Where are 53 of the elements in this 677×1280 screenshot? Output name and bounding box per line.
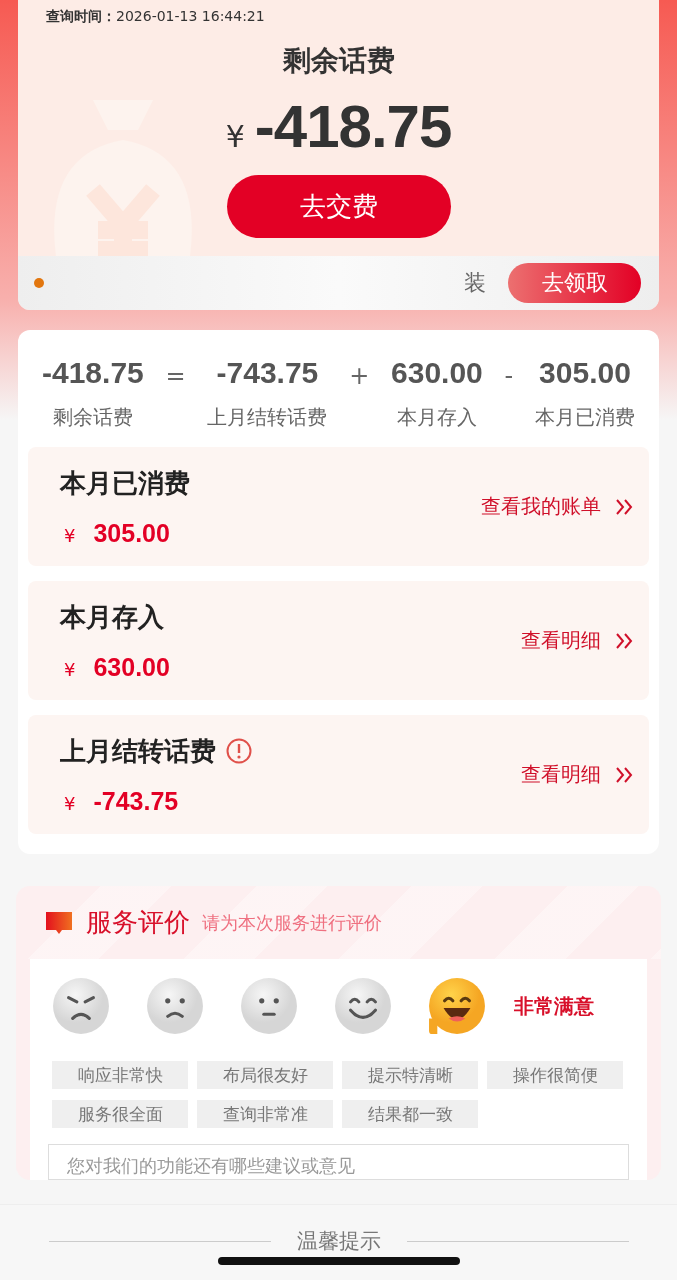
laugh-face-icon[interactable]	[428, 977, 486, 1035]
tips-title: 温馨提示	[296, 1228, 381, 1255]
feedback-tag[interactable]: 响应非常快	[52, 1061, 188, 1089]
query-time: 查询时间：2026-01-13 16:44:21	[46, 8, 265, 26]
status-dot	[34, 278, 44, 288]
detail-link[interactable]: 查看明细	[521, 761, 633, 788]
currency-symbol: ¥	[64, 524, 76, 546]
detail-amount: -743.75	[93, 786, 179, 816]
detail-amount: 305.00	[93, 518, 170, 548]
detail-title: 上月结转话费	[60, 734, 216, 768]
double-chevron-icon	[615, 632, 633, 649]
term-value: 630.00	[391, 356, 483, 390]
term-label: 剩余话费	[52, 404, 133, 431]
promo-text: 装	[464, 269, 486, 297]
term-value: -743.75	[216, 356, 319, 390]
term-label: 本月存入	[396, 404, 477, 431]
rating-label: 非常满意	[514, 992, 594, 1020]
feedback-tag[interactable]: 查询非常准	[197, 1100, 333, 1128]
chat-bubble-icon	[44, 909, 74, 936]
feedback-field[interactable]: 您对我们的功能还有哪些建议或意见	[48, 1144, 629, 1180]
balance-amount: -418.75	[254, 92, 452, 161]
operator-sign: -	[504, 362, 514, 390]
feedback-tag[interactable]: 提示特清晰	[342, 1061, 478, 1089]
term-label: 上月结转话费	[207, 404, 328, 431]
term-value: 305.00	[539, 356, 631, 390]
term-label: 本月已消费	[535, 404, 635, 431]
double-chevron-icon	[615, 766, 633, 783]
detail-link[interactable]: 查看明细	[521, 627, 633, 654]
angry-face-icon[interactable]	[52, 977, 110, 1035]
info-icon[interactable]	[226, 738, 252, 764]
feedback-tag[interactable]: 操作很简便	[487, 1061, 623, 1089]
currency-symbol: ¥	[64, 792, 76, 814]
rating-title: 服务评价	[86, 906, 190, 939]
smile-face-icon[interactable]	[334, 977, 392, 1035]
operator-sign: +	[349, 362, 370, 390]
sad-face-icon[interactable]	[146, 977, 204, 1035]
detail-amount: 630.00	[93, 652, 170, 682]
detail-title: 本月已消费	[60, 466, 190, 500]
operator-sign: =	[165, 362, 186, 390]
feedback-tag[interactable]: 结果都一致	[342, 1100, 478, 1128]
pay-button[interactable]: 去交费	[226, 175, 451, 238]
detail-link[interactable]: 查看我的账单	[481, 493, 633, 520]
neutral-face-icon[interactable]	[240, 977, 298, 1035]
claim-button[interactable]: 去领取	[508, 263, 641, 303]
currency-symbol: ¥	[225, 119, 245, 154]
double-chevron-icon	[615, 498, 633, 515]
rating-subtitle: 请为本次服务进行评价	[202, 910, 382, 935]
currency-symbol: ¥	[64, 658, 76, 680]
balance-title: 剩余话费	[282, 43, 395, 79]
detail-title: 本月存入	[60, 600, 164, 634]
term-value: -418.75	[42, 356, 144, 390]
feedback-tag[interactable]: 服务很全面	[52, 1100, 188, 1128]
feedback-tag[interactable]: 布局很友好	[197, 1061, 333, 1089]
